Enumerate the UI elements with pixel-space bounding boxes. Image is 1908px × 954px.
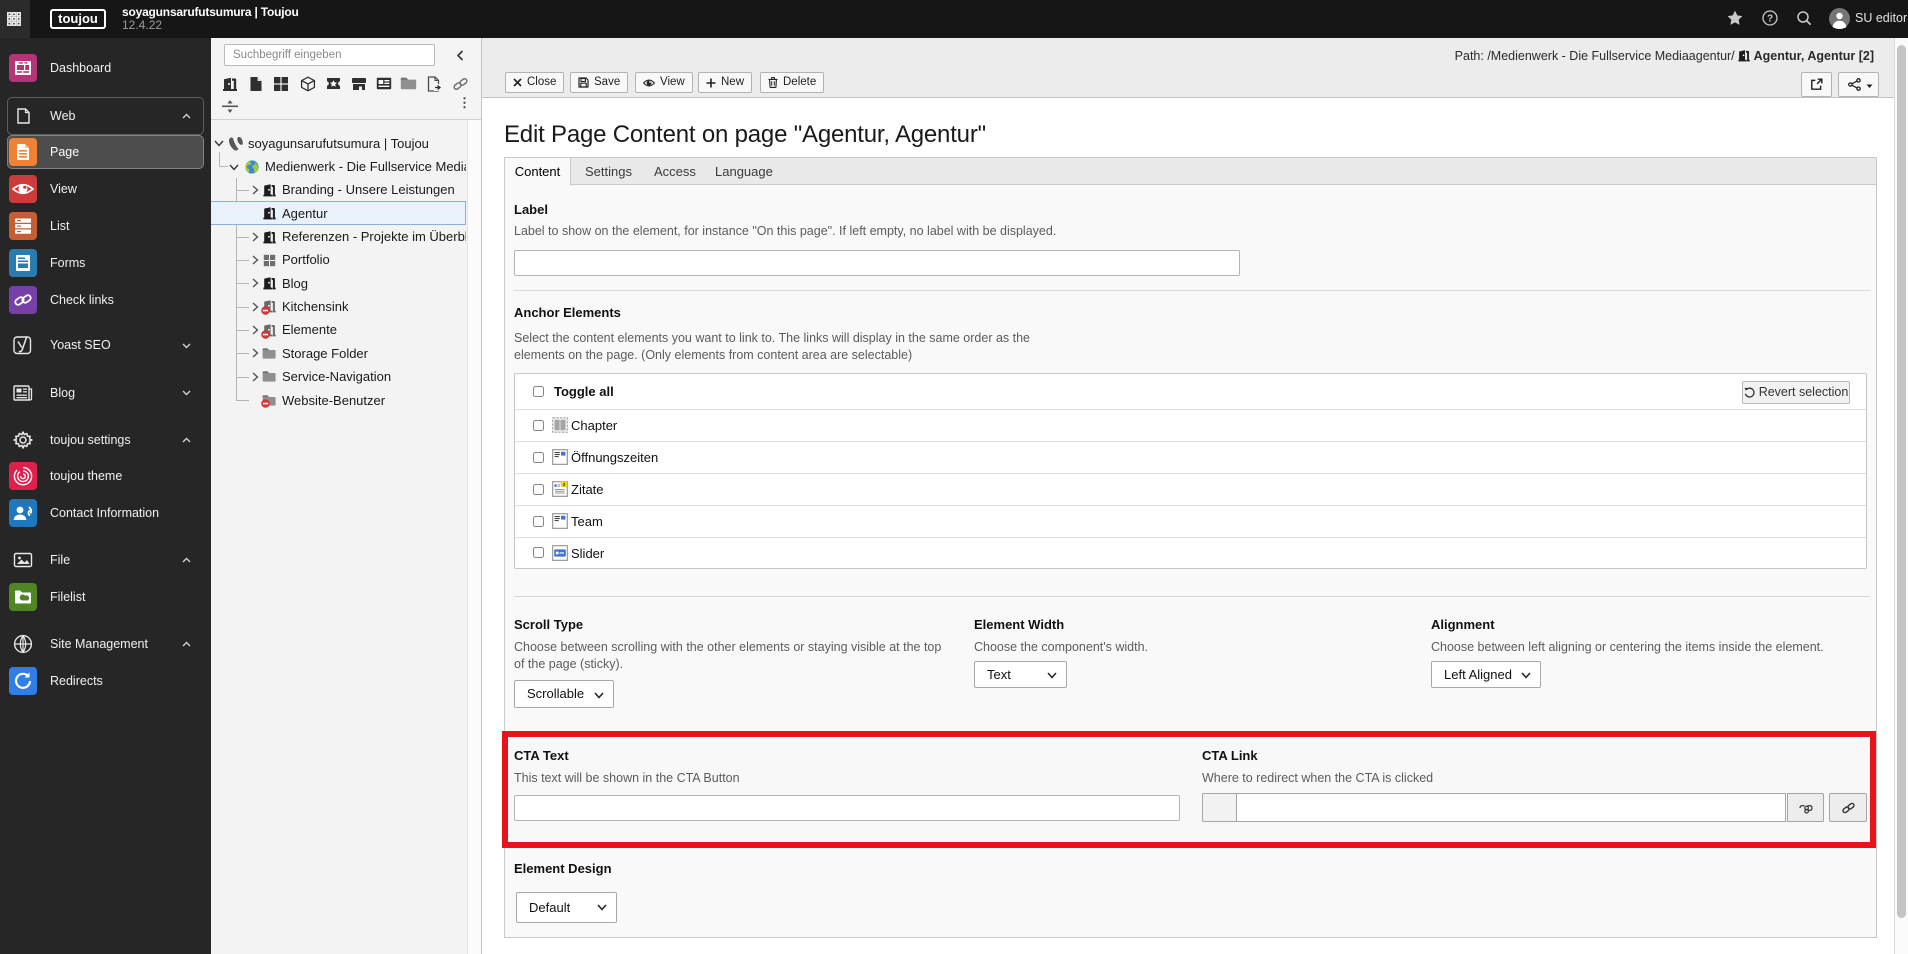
svg-text:2: 2	[563, 482, 566, 487]
svg-text:?: ?	[1767, 14, 1773, 25]
